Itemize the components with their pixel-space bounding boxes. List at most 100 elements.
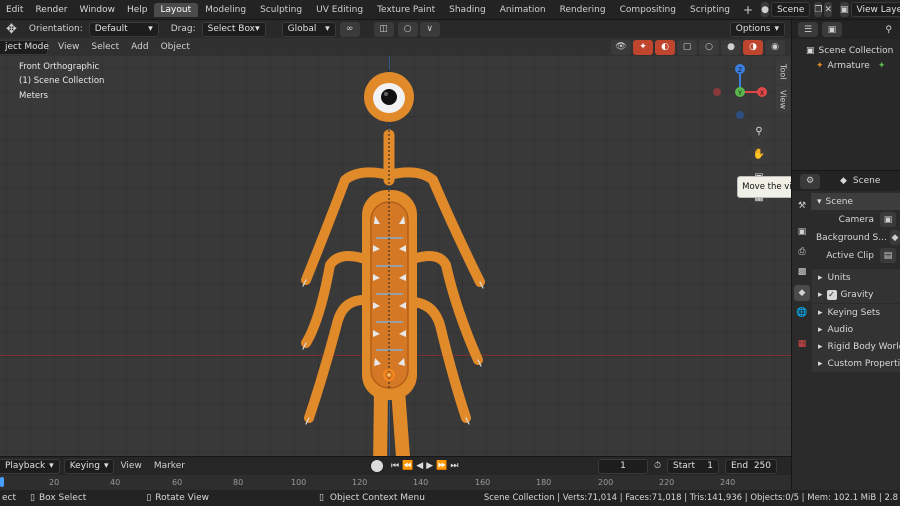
rendered-shading-icon[interactable]: ◉ [765,39,785,55]
start-frame-field[interactable]: Start 1 [667,458,719,474]
background-field-icon[interactable]: ◆ [889,230,900,245]
view-layer-icon[interactable]: ▣ [840,2,849,17]
workspace-tab-modeling[interactable]: Modeling [198,3,253,17]
transform-value: Global [287,24,317,34]
proportional-edit-icon[interactable]: ○ [397,21,418,37]
display-mode-icon[interactable]: ▣ [822,22,842,37]
prev-keyframe-icon[interactable]: ⏪ [402,461,413,471]
end-frame-field[interactable]: End 250 [725,458,777,474]
outliner-item-scene-collection[interactable]: ▣ Scene Collection [792,43,900,58]
frame-tick: 220 [659,478,675,487]
scene-section-header[interactable]: ▾ Scene [811,193,900,210]
gravity-checkbox[interactable]: ✓ [826,289,837,300]
camera-field-icon[interactable]: ▣ [880,212,896,227]
snap-icon[interactable]: ◫ [373,21,394,37]
zoom-icon[interactable]: ⚲ [749,121,769,141]
current-frame-field[interactable]: 1 [597,458,648,474]
add-workspace-button[interactable]: + [737,3,759,17]
solid-shading-icon[interactable]: ● [721,39,741,55]
overlay-toggle-icon[interactable]: ◐ [655,39,675,55]
scene-tab-icon[interactable]: ◆ [794,285,810,301]
workspace-tab-shading[interactable]: Shading [442,3,493,17]
workspace-tab-compositing[interactable]: Compositing [613,3,683,17]
viewport-menu-object[interactable]: Object [155,42,196,52]
view-layer-field[interactable]: View Layer [850,2,900,17]
play-icon[interactable]: ▶ [426,461,433,471]
panel-rigid-body-world[interactable]: ▸ Rigid Body World [812,338,900,355]
chevron-down-icon: ▾ [148,24,153,34]
material-shading-icon[interactable]: ◑ [743,39,763,55]
timeline-ruler[interactable]: 20 40 60 80 100 120 140 160 180 200 220 … [0,475,791,490]
record-icon[interactable] [370,460,383,472]
mode-value: ject Mode [5,42,49,52]
transform-tool-icon[interactable]: ✥ [0,22,23,37]
timeline-menu-view[interactable]: View [114,461,147,471]
panel-audio[interactable]: ▸ Audio [812,321,900,338]
panel-custom-properties[interactable]: ▸ Custom Properties [812,355,900,372]
3d-viewport[interactable]: ✥ Orientation: Default ▾ Drag: Select Bo… [0,20,791,456]
panel-keying-sets[interactable]: ▸ Keying Sets [812,304,900,321]
frame-tick: 40 [110,478,121,487]
hand-icon[interactable]: ✋ [749,144,769,164]
navigation-gizmo[interactable]: Z Y X [706,60,776,122]
mouse-left-icon: ▯ [30,493,35,503]
output-tab-icon[interactable]: ⎙ [794,244,810,260]
outliner-item-armature[interactable]: ✦ Armature ✦ [792,58,900,73]
workspace-tab-layout[interactable]: Layout [153,2,199,17]
viewport-menu-view[interactable]: View [52,42,85,52]
jump-start-icon[interactable]: ⏮ [391,461,399,471]
properties-editor-icon[interactable]: ⚙ [800,173,820,189]
mode-dropdown[interactable]: ject Mode [0,39,49,55]
wireframe-shading-icon[interactable]: ○ [699,39,719,55]
stopwatch-icon[interactable]: ⏱ [654,461,661,471]
panel-units[interactable]: ▸ Units [812,269,900,286]
pivot-point-icon[interactable]: ∞ [339,21,360,37]
xray-icon[interactable]: ▢ [677,39,697,55]
menu-help[interactable]: Help [121,5,154,15]
tool-tab-icon[interactable]: ⚒ [794,198,810,214]
gizmo-toggle-icon[interactable]: ✦ [633,39,653,55]
panel-gravity[interactable]: ▸ ✓ Gravity [812,286,900,303]
menu-render[interactable]: Render [29,5,73,15]
timeline-menu-marker[interactable]: Marker [148,461,191,471]
editor-type-icon[interactable]: ☰ [798,22,818,37]
viewport-menu-add[interactable]: Add [125,42,154,52]
scene-selector-icon[interactable]: ● [761,2,769,17]
jump-end-icon[interactable]: ⏭ [450,461,458,471]
viewport-menu-select[interactable]: Select [85,42,125,52]
options-dropdown[interactable]: Options ▾ [729,21,785,37]
search-icon[interactable]: ⚲ [885,25,892,35]
next-keyframe-icon[interactable]: ⏩ [436,461,447,471]
keying-dropdown[interactable]: Keying ▾ [63,458,115,474]
clip-field-icon[interactable]: ▤ [880,248,896,263]
workspace-tab-sculpting[interactable]: Sculpting [253,3,309,17]
transform-orientation-dropdown[interactable]: Global ▾ [281,21,336,37]
workspace-tab-uv-editing[interactable]: UV Editing [309,3,370,17]
sidebar-tab-view[interactable]: View [776,86,790,112]
view-name-label: Front Orthographic [19,62,100,72]
falloff-icon[interactable]: ∨ [419,21,440,37]
view-layer-tab-icon[interactable]: ▩ [794,264,810,280]
scene-name-field[interactable]: Scene [770,2,811,17]
gizmo-label-z: Z [738,67,742,74]
workspace-tab-scripting[interactable]: Scripting [683,3,737,17]
orientation-dropdown[interactable]: Default ▾ [88,21,159,37]
render-tab-icon[interactable]: ▣ [794,224,810,240]
visibility-icon[interactable]: 👁 [611,39,631,55]
play-reverse-icon[interactable]: ◀ [416,461,423,471]
workspace-tab-texture-paint[interactable]: Texture Paint [370,3,442,17]
playback-dropdown[interactable]: Playback ▾ [0,458,60,474]
new-scene-icon[interactable]: ❐ [814,2,823,17]
menu-window[interactable]: Window [73,5,121,15]
playhead[interactable] [0,477,4,487]
delete-scene-icon[interactable]: ✕ [824,2,833,17]
outliner-panel: ☰ ▣ ⚲ ▣ Scene Collection ✦ Armature ✦ [791,20,900,170]
menu-edit[interactable]: Edit [0,5,29,15]
sidebar-tab-tool[interactable]: Tool [776,60,790,84]
workspace-tab-rendering[interactable]: Rendering [553,3,613,17]
texture-tab-icon[interactable]: ▦ [794,336,810,352]
creature-model[interactable] [0,20,791,456]
workspace-tab-animation[interactable]: Animation [493,3,553,17]
world-tab-icon[interactable]: 🌐 [794,305,810,321]
drag-dropdown[interactable]: Select Box ▾ [201,21,266,37]
